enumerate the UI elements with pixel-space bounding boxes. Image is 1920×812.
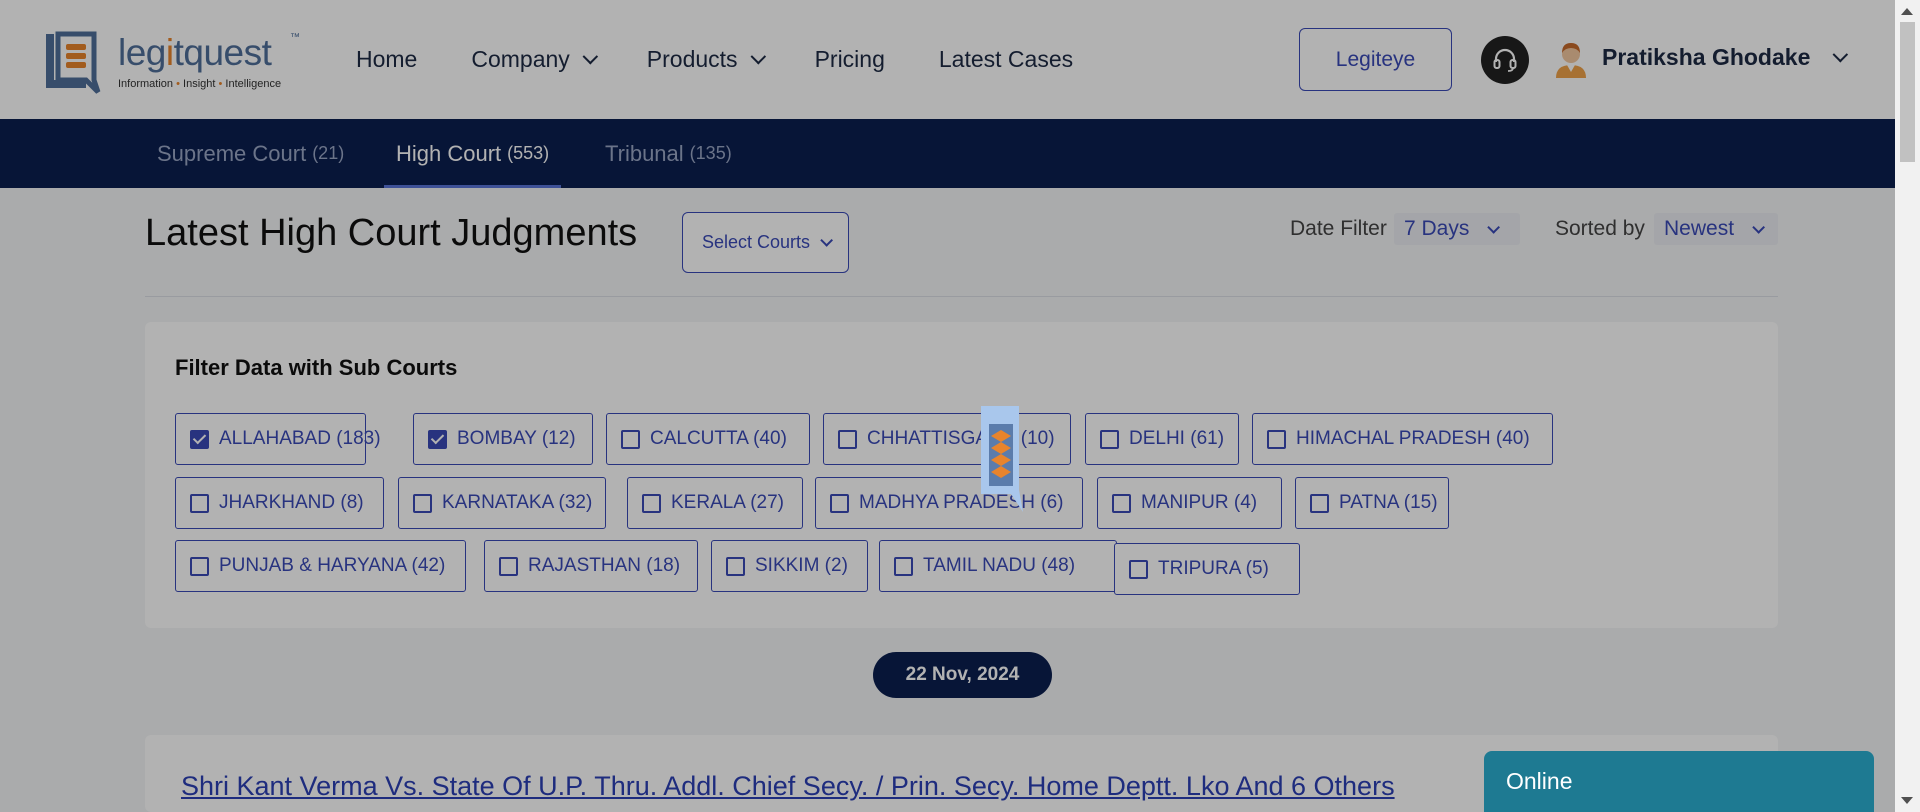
- loading-spinner-icon: [979, 406, 1023, 512]
- chat-widget[interactable]: Online: [1484, 751, 1874, 812]
- scroll-down-arrow-icon[interactable]: [1901, 797, 1913, 804]
- scrollbar-thumb[interactable]: [1900, 22, 1915, 162]
- loading-overlay: [0, 0, 1895, 812]
- scroll-up-arrow-icon[interactable]: [1901, 8, 1913, 15]
